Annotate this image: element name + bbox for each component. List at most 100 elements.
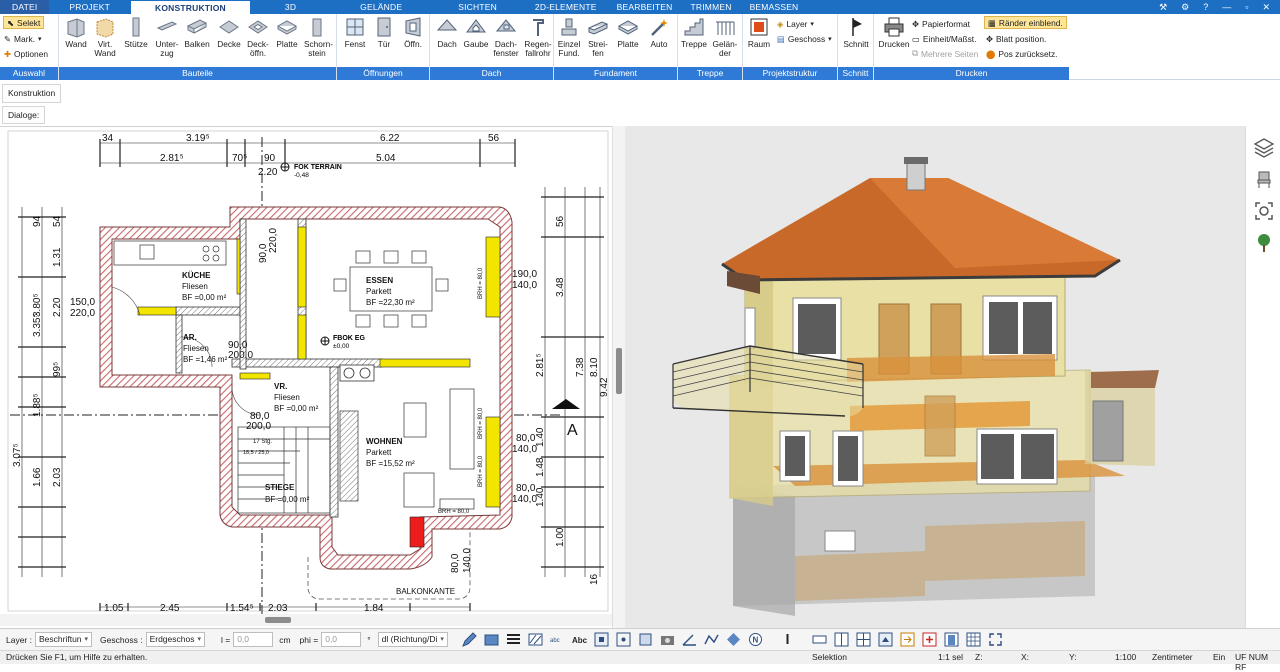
stairs-button[interactable]: Treppe <box>681 16 707 49</box>
dimension-tool-icon[interactable]: abc <box>549 631 566 648</box>
auto-foundation-button[interactable]: Auto <box>646 16 672 49</box>
floor-plan-view[interactable]: A FOK TERRAIN -0,48 FBOK EG ±0,00 KÜCHE … <box>0 126 624 628</box>
storey-select[interactable]: Erdgeschos ▾ <box>145 632 205 647</box>
polyline-icon[interactable] <box>703 631 720 648</box>
direction-select[interactable]: dl (Richtung/Di ▾ <box>377 632 448 647</box>
view-plan-icon[interactable] <box>811 631 828 648</box>
minimize-icon[interactable]: — <box>1222 2 1231 12</box>
layers-panel-icon[interactable] <box>1253 136 1275 158</box>
tab-sichten[interactable]: SICHTEN <box>432 0 523 14</box>
door-button[interactable]: Tür <box>371 16 397 49</box>
tools-icon[interactable]: ⚒ <box>1159 2 1167 13</box>
fill-tool-icon[interactable] <box>483 631 500 648</box>
foundation-slab-button[interactable]: Platte <box>615 16 641 49</box>
pencil-tool-icon[interactable] <box>461 631 478 648</box>
sheet-position-button[interactable]: ✥ Blatt position. <box>986 32 1046 45</box>
help-icon[interactable]: ? <box>1203 2 1208 12</box>
column-button[interactable]: Stütze <box>123 16 149 49</box>
roof-button[interactable]: Dach <box>434 16 460 49</box>
hatch-tool-icon[interactable] <box>527 631 544 648</box>
angle-input[interactable]: 0,0 <box>321 632 362 647</box>
tree-panel-icon[interactable] <box>1253 232 1275 254</box>
settings-icon[interactable]: ⚙ <box>1181 2 1189 13</box>
marker-icon[interactable] <box>779 631 796 648</box>
line-weight-icon[interactable] <box>505 631 522 648</box>
unit-scale-button[interactable]: ▭ Einheit/Maßst. <box>912 32 976 45</box>
storey-button[interactable]: ▤ Geschoss ▾ <box>777 32 832 45</box>
railing-button[interactable]: Gelän- der <box>712 16 738 58</box>
options-button[interactable]: ✚ Optionen <box>4 47 48 60</box>
tab-konstruktion[interactable]: KONSTRUKTION <box>130 0 251 14</box>
layer-button[interactable]: ◈ Layer ▾ <box>777 17 814 30</box>
ceiling-opening-button[interactable]: Deck- öffn. <box>245 16 271 58</box>
reset-position-button[interactable]: ⬤ Pos zurücksetz. <box>986 47 1058 60</box>
paper-format-button[interactable]: ✥ Papierformat <box>912 17 970 30</box>
3d-view[interactable] <box>625 126 1245 628</box>
vertical-scrollbar[interactable] <box>612 126 625 628</box>
slab-button[interactable]: Platte <box>274 16 300 49</box>
length-input[interactable]: 0,0 <box>233 632 274 647</box>
roof-window-button[interactable]: Dach- fenster <box>493 16 519 58</box>
snap-edge-icon[interactable] <box>637 631 654 648</box>
text-tool-icon[interactable]: Abc <box>571 631 588 648</box>
tab-projekt[interactable]: PROJEKT <box>49 0 130 14</box>
chimney-button[interactable]: Schorn- stein <box>304 16 333 58</box>
room-floor-vr: Fliesen <box>274 393 300 402</box>
show-margins-button[interactable]: ▦ Ränder einblend. <box>984 16 1067 29</box>
print-button[interactable]: Drucken <box>878 16 910 49</box>
close-icon[interactable]: ✕ <box>1262 2 1270 13</box>
single-foundation-button[interactable]: Einzel Fund. <box>556 16 582 58</box>
house-3d-render[interactable] <box>625 126 1245 628</box>
door-list-icon[interactable] <box>943 631 960 648</box>
virtual-wall-button[interactable]: Virt. Wand <box>92 16 118 58</box>
dormer-button[interactable]: Gaube <box>463 16 489 49</box>
window-button[interactable]: Fenst <box>342 16 368 49</box>
horizontal-scrollbar[interactable] <box>0 614 612 626</box>
section-button[interactable]: Schnitt <box>843 16 869 49</box>
multiple-pages-button[interactable]: ⧉ Mehrere Seiten <box>912 47 978 60</box>
zoom-fit-panel-icon[interactable] <box>1253 200 1275 222</box>
downpipe-button[interactable]: Regen- fallrohr <box>523 16 553 58</box>
opening-dim-12: 140,0 <box>512 494 537 505</box>
tab-datei[interactable]: DATEI <box>0 0 50 14</box>
snap-grid-icon[interactable] <box>593 631 610 648</box>
maximize-icon[interactable]: ▫ <box>1245 2 1248 12</box>
select-button[interactable]: ⬉ Selekt <box>3 16 45 29</box>
room-icon <box>750 18 768 36</box>
konstruktion-tab[interactable]: Konstruktion <box>2 84 62 103</box>
girder-button[interactable]: Balken <box>184 16 210 49</box>
balcony-edge-label: BALKONKANTE <box>396 587 455 596</box>
tab-2d-elemente[interactable]: 2D-ELEMENTE <box>523 0 609 14</box>
room-button[interactable]: Raum <box>746 16 772 49</box>
ceiling-button[interactable]: Decke <box>216 16 242 49</box>
table-icon[interactable] <box>965 631 982 648</box>
measure-angle-icon[interactable] <box>681 631 698 648</box>
wall-button[interactable]: Wand <box>63 16 89 49</box>
scroll-thumb[interactable] <box>616 348 622 394</box>
view-split-icon[interactable] <box>833 631 850 648</box>
export-icon[interactable] <box>899 631 916 648</box>
tab-bemassen[interactable]: BEMASSEN <box>742 0 807 14</box>
tab-gelaende[interactable]: GELÄNDE <box>330 0 432 14</box>
strip-foundation-button[interactable]: Strei- fen <box>585 16 611 58</box>
mark-button[interactable]: ✎ Mark. ▾ <box>4 32 41 45</box>
camera-icon[interactable] <box>659 631 676 648</box>
add-plus-icon[interactable] <box>921 631 938 648</box>
ribbon-group-projektstruktur: Raum ◈ Layer ▾ ▤ Geschoss ▾ Projektstruktur <box>743 14 838 80</box>
view-3d-icon[interactable] <box>877 631 894 648</box>
layer-select[interactable]: Beschriftun ▾ <box>35 632 93 647</box>
tab-bearbeiten[interactable]: BEARBEITEN <box>609 0 681 14</box>
opening-button[interactable]: Öffn. <box>400 16 426 49</box>
diamond-icon[interactable] <box>725 631 742 648</box>
floor-plan-drawing[interactable]: A FOK TERRAIN -0,48 FBOK EG ±0,00 KÜCHE … <box>0 127 612 615</box>
furniture-panel-icon[interactable] <box>1253 168 1275 190</box>
snap-point-icon[interactable] <box>615 631 632 648</box>
beam-under-button[interactable]: Unter- zug <box>154 16 180 58</box>
scroll-thumb-horizontal[interactable] <box>265 617 291 623</box>
tab-trimmen[interactable]: TRIMMEN <box>681 0 742 14</box>
fullscreen-icon[interactable] <box>987 631 1004 648</box>
view-grid-icon[interactable] <box>855 631 872 648</box>
tab-3d[interactable]: 3D <box>251 0 330 14</box>
north-icon[interactable]: N <box>747 631 764 648</box>
status-x: X: <box>1021 652 1030 662</box>
